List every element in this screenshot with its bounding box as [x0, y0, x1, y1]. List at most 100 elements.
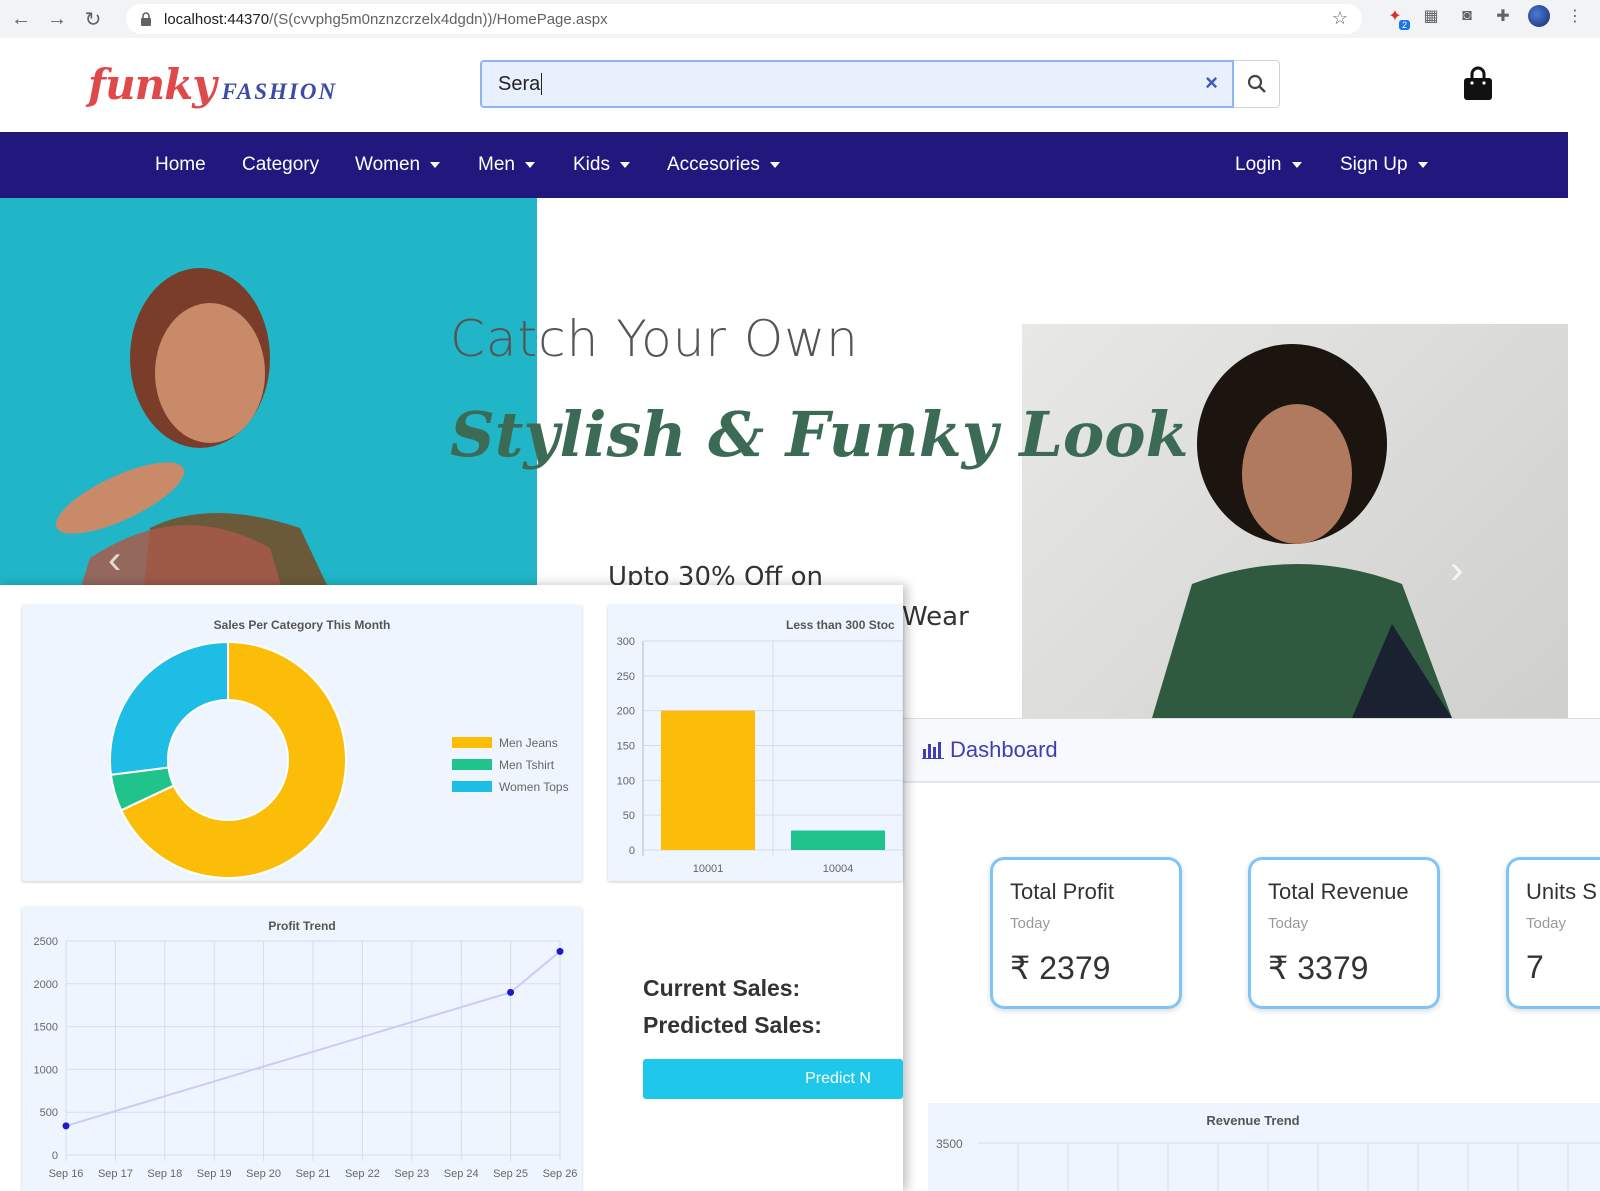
bar: [791, 830, 885, 850]
logo-secondary: FASHION: [221, 79, 338, 104]
lock-icon: [140, 12, 154, 26]
bar-y-tick: 150: [617, 741, 635, 753]
main-navbar: Home Category Women Men Kids Accesories …: [0, 132, 1568, 198]
nav-women[interactable]: Women: [355, 154, 441, 176]
logo-primary: funky: [88, 60, 217, 109]
legend-label: Men Tshirt: [499, 758, 555, 772]
legend-label: Women Tops: [499, 780, 569, 794]
nav-signup[interactable]: Sign Up: [1340, 154, 1428, 176]
search-bar: Sera ×: [480, 60, 1280, 108]
dashboard-header: Dashboard: [898, 719, 1600, 783]
line-chart-svg: 0 500 1000 1500 2000 2500 Sep 16 Sep 17 Sep 18 Se…: [34, 936, 578, 1180]
reload-icon[interactable]: ↻: [78, 4, 108, 34]
hero-offer-suffix: Wear: [902, 602, 969, 632]
line-x-tick: Sep 23: [394, 1168, 429, 1180]
profit-point: [507, 988, 515, 996]
revenue-trend-chart: Revenue Trend 3500: [928, 1103, 1600, 1191]
search-button[interactable]: [1234, 60, 1280, 108]
line-y-tick: 1000: [34, 1064, 58, 1076]
bar-y-tick: 0: [629, 845, 635, 857]
line-x-tick: Sep 24: [444, 1168, 479, 1180]
extension-grid-icon[interactable]: ▦: [1420, 5, 1442, 27]
bar-y-tick: 50: [623, 810, 635, 822]
legend-swatch: [452, 781, 492, 792]
profit-point: [556, 947, 564, 955]
kpi-total-profit: Total Profit Today ₹ 2379: [990, 857, 1182, 1009]
hero-image-man: [1022, 324, 1568, 718]
url-path: /(S(cvvphg5m0nznzcrzelx4dgdn))/HomePage.…: [269, 10, 608, 28]
line-y-tick: 0: [52, 1150, 58, 1162]
chevron-down-icon: [1417, 161, 1428, 168]
nav-men[interactable]: Men: [478, 154, 535, 176]
chevron-down-icon: [619, 161, 630, 168]
line-x-tick: Sep 16: [49, 1168, 84, 1180]
revenue-grid: [978, 1142, 1600, 1191]
bar: [661, 710, 755, 850]
search-icon: [1247, 74, 1266, 93]
dashboard-title: Dashboard: [922, 737, 1058, 763]
url-host: localhost:44370: [164, 10, 270, 28]
bar-y-tick: 200: [617, 706, 635, 718]
hero-heading: Catch Your Own: [450, 310, 859, 368]
carousel-prev-icon[interactable]: ‹: [108, 538, 121, 583]
clear-search-icon[interactable]: ×: [1205, 70, 1218, 96]
profit-trend-chart: Profit Trend 0 500 1000 1500 2000 2500 Sep 16 S…: [22, 907, 582, 1191]
kpi-total-revenue: Total Revenue Today ₹ 3379: [1248, 857, 1440, 1009]
pie-chart-svg: Men Jeans Men Tshirt Women Tops: [109, 640, 569, 879]
back-icon[interactable]: ←: [6, 4, 36, 34]
site-logo[interactable]: funky FASHION: [88, 60, 337, 109]
chevron-down-icon: [769, 161, 780, 168]
forward-icon[interactable]: →: [42, 4, 72, 34]
search-input[interactable]: Sera: [480, 60, 1234, 108]
nav-category[interactable]: Category: [242, 154, 319, 176]
line-x-tick: Sep 18: [147, 1168, 182, 1180]
menu-dots-icon[interactable]: ⋮: [1564, 5, 1586, 27]
pie-slice: [109, 640, 229, 776]
chevron-down-icon: [430, 161, 441, 168]
line-x-tick: Sep 21: [296, 1168, 331, 1180]
bar-y-tick: 100: [617, 775, 635, 787]
bar-y-tick: 300: [617, 636, 635, 648]
low-stock-chart: Less than 300 Stoc 0 50 100 150 200 250 300 100…: [608, 605, 903, 881]
line-y-tick: 2500: [34, 936, 58, 948]
nav-accesories[interactable]: Accesories: [667, 154, 780, 176]
current-sales-label: Current Sales:: [643, 975, 801, 1001]
line-x-tick: Sep 17: [98, 1168, 133, 1180]
line-x-tick: Sep 20: [246, 1168, 281, 1180]
line-x-tick: Sep 19: [197, 1168, 232, 1180]
carousel-next-icon[interactable]: ›: [1450, 548, 1463, 593]
legend-label: Men Jeans: [499, 736, 558, 750]
dashboard-panel: Dashboard Total Profit Today ₹ 2379 Tota…: [898, 718, 1600, 1191]
profit-point: [62, 1122, 70, 1130]
legend-swatch: [452, 759, 492, 770]
nav-kids[interactable]: Kids: [573, 154, 630, 176]
camera-icon[interactable]: ◙: [1456, 5, 1478, 27]
sales-per-category-chart: Sales Per Category This Month Men Jeans M…: [22, 605, 582, 881]
bar-x-tick: 10004: [823, 863, 854, 875]
legend-swatch: [452, 737, 492, 748]
address-bar[interactable]: localhost:44370/(S(cvvphg5m0nznzcrzelx4d…: [126, 4, 1362, 34]
chevron-down-icon: [1291, 161, 1302, 168]
bar-chart-icon: [922, 742, 944, 759]
predict-button[interactable]: Predict N: [643, 1059, 903, 1099]
profile-avatar[interactable]: [1528, 5, 1550, 27]
line-y-tick: 1500: [34, 1022, 58, 1034]
chevron-down-icon: [524, 161, 535, 168]
nav-home[interactable]: Home: [155, 154, 206, 176]
kpi-units-sold: Units S Today 7: [1506, 857, 1600, 1009]
nav-login[interactable]: Login: [1235, 154, 1302, 176]
line-y-tick: 500: [40, 1107, 58, 1119]
puzzle-icon[interactable]: ✚: [1492, 5, 1514, 27]
extension-icon[interactable]: ✦ 2: [1384, 5, 1410, 30]
site-header: funky FASHION Sera ×: [0, 38, 1568, 132]
hero-tagline: Stylish & Funky Look: [450, 398, 1189, 471]
analytics-panel: Sales Per Category This Month Men Jeans M…: [0, 585, 903, 1191]
line-x-tick: Sep 22: [345, 1168, 380, 1180]
line-y-tick: 2000: [34, 979, 58, 991]
browser-toolbar: ← → ↻ localhost:44370/(S(cvvphg5m0nznzcr…: [0, 0, 1600, 38]
shopping-bag-icon[interactable]: [1462, 66, 1494, 102]
bookmark-star-icon[interactable]: ☆: [1332, 8, 1348, 29]
line-x-tick: Sep 26: [543, 1168, 578, 1180]
bar-y-tick: 250: [617, 671, 635, 683]
bar-x-tick: 10001: [693, 863, 724, 875]
